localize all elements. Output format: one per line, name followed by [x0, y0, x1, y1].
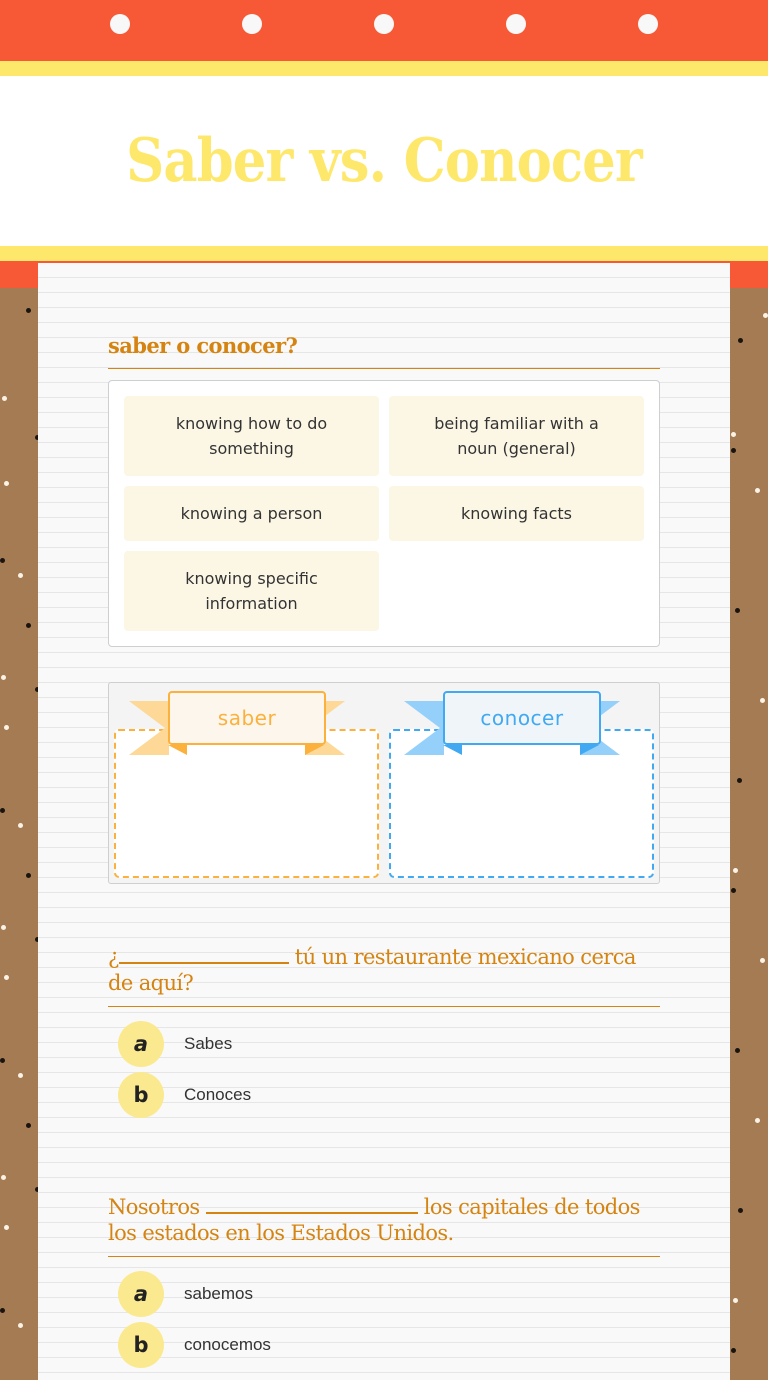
decor-dot: [731, 432, 736, 437]
decor-dot: [731, 888, 736, 893]
decor-dot: [0, 1308, 5, 1313]
worksheet-paper: saber o conocer? knowing how to do somet…: [38, 263, 730, 1380]
header-yellow-stripe: [0, 61, 768, 76]
heading-divider: [108, 368, 660, 369]
sort-card[interactable]: being familiar with a noun (general): [389, 396, 644, 476]
ribbon-gap: [189, 745, 305, 755]
sort-card[interactable]: knowing a person: [124, 486, 379, 541]
decor-dot: [4, 975, 9, 980]
category-label-saber: saber: [168, 691, 326, 745]
ribbon-fold: [168, 745, 187, 755]
decor-dot: [755, 488, 760, 493]
decor-dot: [735, 1048, 740, 1053]
option-a[interactable]: a sabemos: [118, 1271, 253, 1317]
binder-hole: [242, 14, 262, 34]
page-title: Saber vs. Conocer: [126, 126, 643, 196]
category-label-conocer: conocer: [443, 691, 601, 745]
binder-hole: [374, 14, 394, 34]
decor-dot: [755, 1118, 760, 1123]
sort-card-label: knowing a person: [180, 504, 323, 523]
decor-dot: [733, 868, 738, 873]
option-b[interactable]: b Conoces: [118, 1072, 251, 1118]
category-sort-area: saber conocer: [108, 682, 660, 884]
decor-dot: [735, 608, 740, 613]
option-label: conocemos: [184, 1335, 271, 1354]
option-a[interactable]: a Sabes: [118, 1021, 232, 1067]
decor-dot: [760, 698, 765, 703]
option-letter-badge: b: [118, 1322, 164, 1368]
ribbon-tail-left: [129, 701, 169, 755]
option-b[interactable]: b conocemos: [118, 1322, 271, 1368]
decor-dot: [738, 338, 743, 343]
decor-dot: [737, 778, 742, 783]
answer-blank: [205, 1196, 418, 1214]
question-text: Nosotros los capitales de todos los esta…: [108, 1194, 660, 1246]
decor-dot: [0, 1058, 5, 1063]
sort-card-label: being familiar with a noun (general): [434, 414, 599, 458]
option-label: sabemos: [184, 1284, 253, 1303]
decor-dot: [1, 1175, 6, 1180]
decor-dot: [738, 1208, 743, 1213]
ribbon-fold: [305, 745, 324, 755]
header-top-band: [0, 0, 768, 61]
ribbon-tail-left: [404, 701, 444, 755]
decor-dot: [18, 823, 23, 828]
binder-hole: [110, 14, 130, 34]
option-label: Conoces: [184, 1085, 252, 1104]
category-label-text: saber: [217, 706, 277, 730]
question-prefix: ¿: [108, 945, 119, 969]
card-bank: knowing how to do something being famili…: [108, 380, 660, 647]
decor-dot: [760, 958, 765, 963]
decor-dot: [18, 1073, 23, 1078]
title-banner: Saber vs. Conocer: [0, 76, 768, 246]
sort-card[interactable]: knowing facts: [389, 486, 644, 541]
decor-dot: [26, 873, 31, 878]
sort-card-label: knowing facts: [461, 504, 572, 523]
decor-dot: [4, 725, 9, 730]
sort-question-heading: saber o conocer?: [108, 333, 298, 358]
decor-dot: [26, 623, 31, 628]
ribbon-fold: [580, 745, 599, 755]
decor-dot: [763, 313, 768, 318]
category-label-text: conocer: [480, 706, 564, 730]
decor-dot: [4, 1225, 9, 1230]
decor-dot: [2, 396, 7, 401]
question-divider: [108, 1006, 660, 1007]
decor-dot: [1, 675, 6, 680]
multiple-choice-question: ¿ tú un restaurante mexicano cerca de aq…: [108, 944, 660, 996]
binder-hole: [638, 14, 658, 34]
ribbon-gap: [464, 745, 580, 755]
decor-dot: [18, 573, 23, 578]
option-letter-badge: a: [118, 1271, 164, 1317]
decor-dot: [4, 481, 9, 486]
decor-dot: [26, 308, 31, 313]
decor-dot: [733, 1298, 738, 1303]
sort-card-label: knowing how to do something: [175, 414, 328, 458]
option-letter-badge: a: [118, 1021, 164, 1067]
option-label: Sabes: [184, 1034, 233, 1053]
binder-hole: [506, 14, 526, 34]
ribbon-fold: [443, 745, 462, 755]
option-letter-badge: b: [118, 1072, 164, 1118]
decor-dot: [731, 448, 736, 453]
header-yellow-stripe: [0, 246, 768, 261]
decor-dot: [0, 558, 5, 563]
sort-card[interactable]: knowing how to do something: [124, 396, 379, 476]
question-divider: [108, 1256, 660, 1257]
sort-card[interactable]: knowing specific information: [124, 551, 379, 631]
answer-blank: [118, 946, 289, 964]
decor-dot: [731, 1348, 736, 1353]
decor-dot: [0, 808, 5, 813]
sort-card-label: knowing specific information: [185, 569, 318, 613]
question-text: ¿ tú un restaurante mexicano cerca de aq…: [108, 944, 660, 996]
decor-dot: [1, 925, 6, 930]
decor-dot: [18, 1323, 23, 1328]
multiple-choice-question: Nosotros los capitales de todos los esta…: [108, 1194, 660, 1246]
decor-dot: [26, 1123, 31, 1128]
question-prefix: Nosotros: [108, 1195, 206, 1219]
